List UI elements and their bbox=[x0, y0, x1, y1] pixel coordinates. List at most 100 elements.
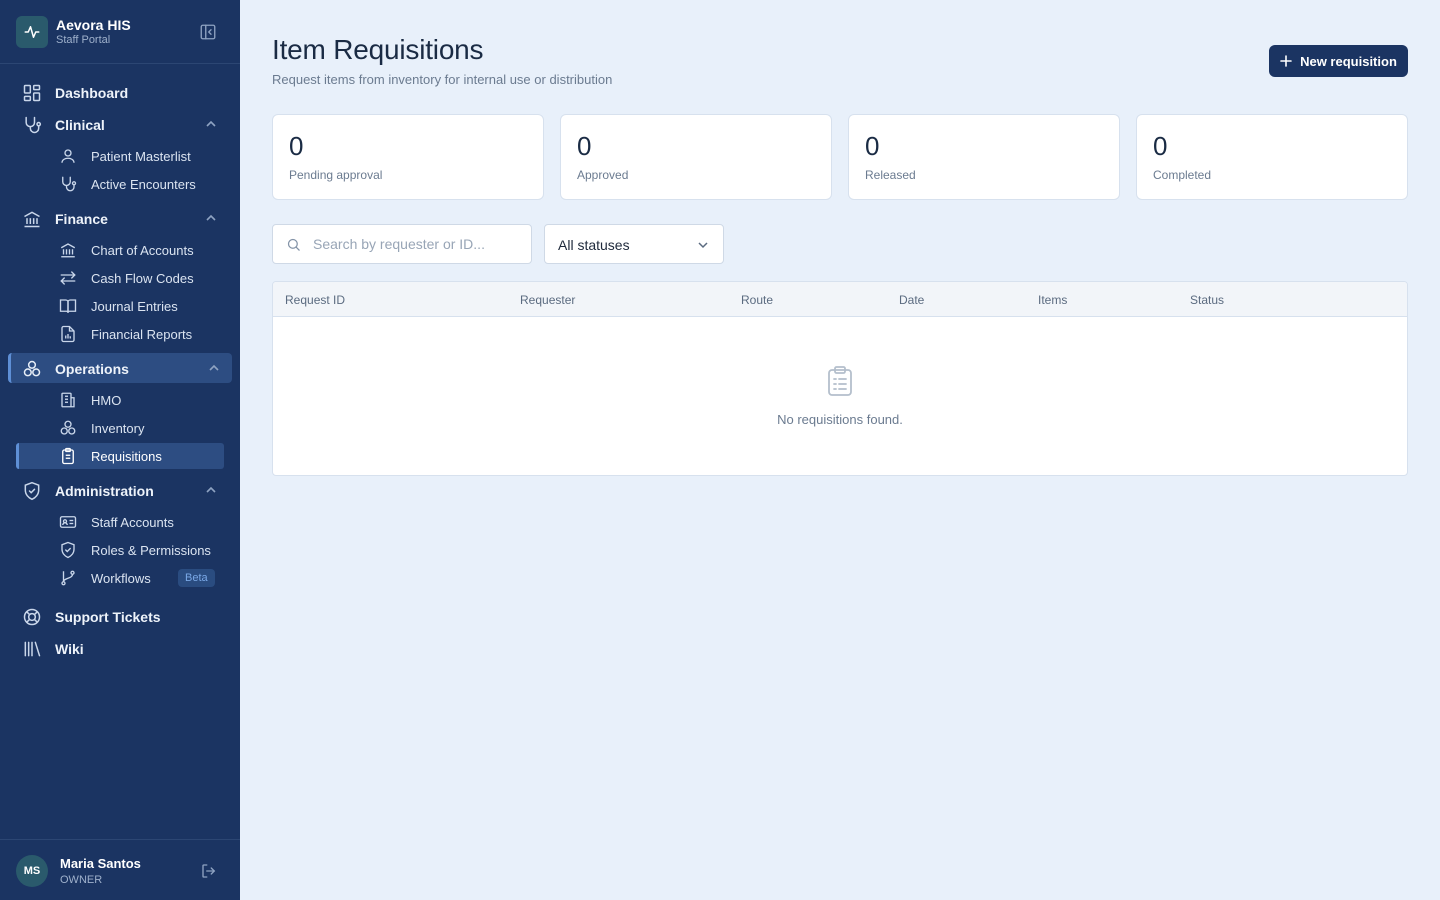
nav-chart-of-accounts-label: Chart of Accounts bbox=[91, 243, 194, 258]
nav-inventory-label: Inventory bbox=[91, 421, 145, 436]
chevron-up-icon bbox=[205, 484, 217, 496]
nav-workflows[interactable]: Workflows Beta bbox=[16, 565, 224, 591]
boxes-icon bbox=[59, 419, 77, 437]
nav-patient-masterlist[interactable]: Patient Masterlist bbox=[16, 143, 224, 169]
status-filter-value: All statuses bbox=[558, 237, 630, 253]
requisitions-table: Request ID Requester Route Date Items St… bbox=[272, 281, 1408, 476]
nav-clinical-label: Clinical bbox=[55, 117, 105, 133]
stat-card-completed: 0 Completed bbox=[1136, 114, 1408, 200]
clipboard-list-icon bbox=[59, 447, 77, 465]
collapse-sidebar-icon[interactable] bbox=[197, 21, 219, 43]
stat-value: 0 bbox=[1153, 131, 1168, 161]
git-branch-icon bbox=[59, 569, 77, 587]
nav-workflows-label: Workflows bbox=[91, 571, 151, 586]
stethoscope-icon bbox=[59, 175, 77, 193]
shield-check-icon bbox=[22, 481, 42, 501]
search-icon bbox=[286, 237, 301, 252]
nav-chart-of-accounts[interactable]: Chart of Accounts bbox=[16, 237, 224, 263]
new-requisition-button[interactable]: New requisition bbox=[1269, 45, 1408, 77]
file-chart-icon bbox=[59, 325, 77, 343]
nav-cash-flow-codes-label: Cash Flow Codes bbox=[91, 271, 194, 286]
nav-journal-entries-label: Journal Entries bbox=[91, 299, 178, 314]
nav-patient-masterlist-label: Patient Masterlist bbox=[91, 149, 191, 164]
chevron-up-icon bbox=[208, 362, 220, 374]
brand-title: Aevora HIS bbox=[56, 17, 131, 33]
new-requisition-label: New requisition bbox=[1300, 53, 1397, 69]
stat-value: 0 bbox=[577, 131, 592, 161]
beta-badge: Beta bbox=[178, 569, 215, 587]
nav-staff-accounts[interactable]: Staff Accounts bbox=[16, 509, 224, 535]
nav-roles-permissions-label: Roles & Permissions bbox=[91, 543, 211, 558]
stat-label: Approved bbox=[577, 168, 629, 182]
column-header[interactable]: Request ID bbox=[285, 293, 345, 307]
avatar: MS bbox=[16, 855, 48, 887]
chevron-down-icon bbox=[697, 239, 709, 251]
column-header[interactable]: Route bbox=[741, 293, 773, 307]
nav-finance[interactable]: Finance bbox=[8, 203, 232, 233]
page-subtitle: Request items from inventory for interna… bbox=[272, 72, 613, 87]
stat-card-released: 0 Released bbox=[848, 114, 1120, 200]
nav-inventory[interactable]: Inventory bbox=[16, 415, 224, 441]
id-card-icon bbox=[59, 513, 77, 531]
bank-icon bbox=[59, 241, 77, 259]
nav-active-encounters-label: Active Encounters bbox=[91, 177, 196, 192]
column-header[interactable]: Status bbox=[1190, 293, 1224, 307]
stethoscope-icon bbox=[22, 115, 42, 135]
user-name: Maria Santos bbox=[60, 856, 141, 871]
nav-support-tickets[interactable]: Support Tickets bbox=[8, 601, 232, 631]
plus-icon bbox=[1280, 55, 1292, 67]
nav-wiki[interactable]: Wiki bbox=[8, 633, 232, 663]
column-header[interactable]: Date bbox=[899, 293, 924, 307]
column-header[interactable]: Items bbox=[1038, 293, 1067, 307]
nav-administration[interactable]: Administration bbox=[8, 475, 232, 505]
nav-journal-entries[interactable]: Journal Entries bbox=[16, 293, 224, 319]
nav-hmo-label: HMO bbox=[91, 393, 122, 408]
brand-subtitle: Staff Portal bbox=[56, 34, 111, 46]
user-role: OWNER bbox=[60, 874, 103, 886]
nav-administration-label: Administration bbox=[55, 483, 154, 499]
chevron-up-icon bbox=[205, 212, 217, 224]
nav-clinical[interactable]: Clinical bbox=[8, 109, 232, 139]
nav-hmo[interactable]: HMO bbox=[16, 387, 224, 413]
stat-value: 0 bbox=[865, 131, 880, 161]
nav-cash-flow-codes[interactable]: Cash Flow Codes bbox=[16, 265, 224, 291]
nav-dashboard-label: Dashboard bbox=[55, 85, 129, 101]
clipboard-list-icon bbox=[827, 366, 853, 396]
nav-staff-accounts-label: Staff Accounts bbox=[91, 515, 174, 530]
activity-icon bbox=[16, 16, 48, 48]
nav-support-tickets-label: Support Tickets bbox=[55, 609, 161, 625]
nav-requisitions[interactable]: Requisitions bbox=[16, 443, 224, 469]
stat-label: Completed bbox=[1153, 168, 1212, 182]
page-title: Item Requisitions bbox=[272, 34, 484, 65]
life-buoy-icon bbox=[22, 607, 42, 627]
logout-icon[interactable] bbox=[200, 862, 218, 880]
column-header[interactable]: Requester bbox=[520, 293, 575, 307]
brand-header: Aevora HIS Staff Portal bbox=[0, 0, 240, 64]
dashboard-icon bbox=[22, 83, 42, 103]
stat-label: Released bbox=[865, 168, 916, 182]
stat-card-pending: 0 Pending approval bbox=[272, 114, 544, 200]
empty-state-text: No requisitions found. bbox=[777, 412, 903, 427]
nav-wiki-label: Wiki bbox=[55, 641, 84, 657]
nav-operations-label: Operations bbox=[55, 361, 129, 377]
nav-financial-reports-label: Financial Reports bbox=[91, 327, 193, 342]
table-header: Request ID Requester Route Date Items St… bbox=[273, 282, 1407, 317]
status-filter-select[interactable]: All statuses bbox=[544, 224, 724, 264]
sidebar: Aevora HIS Staff Portal Dashboard Clinic… bbox=[0, 0, 240, 900]
user-profile: MS Maria Santos OWNER bbox=[0, 839, 240, 900]
stat-label: Pending approval bbox=[289, 168, 383, 182]
nav-roles-permissions[interactable]: Roles & Permissions bbox=[16, 537, 224, 563]
bank-icon bbox=[22, 209, 42, 229]
nav-dashboard[interactable]: Dashboard bbox=[8, 77, 232, 107]
book-open-icon bbox=[59, 297, 77, 315]
nav-operations[interactable]: Operations bbox=[8, 353, 232, 383]
arrows-left-right-icon bbox=[59, 269, 77, 287]
nav-active-encounters[interactable]: Active Encounters bbox=[16, 171, 224, 197]
search-input[interactable] bbox=[313, 225, 523, 263]
building-icon bbox=[59, 391, 77, 409]
user-icon bbox=[59, 147, 77, 165]
library-icon bbox=[22, 639, 42, 659]
nav-financial-reports[interactable]: Financial Reports bbox=[16, 321, 224, 347]
chevron-up-icon bbox=[205, 118, 217, 130]
search-box bbox=[272, 224, 532, 264]
